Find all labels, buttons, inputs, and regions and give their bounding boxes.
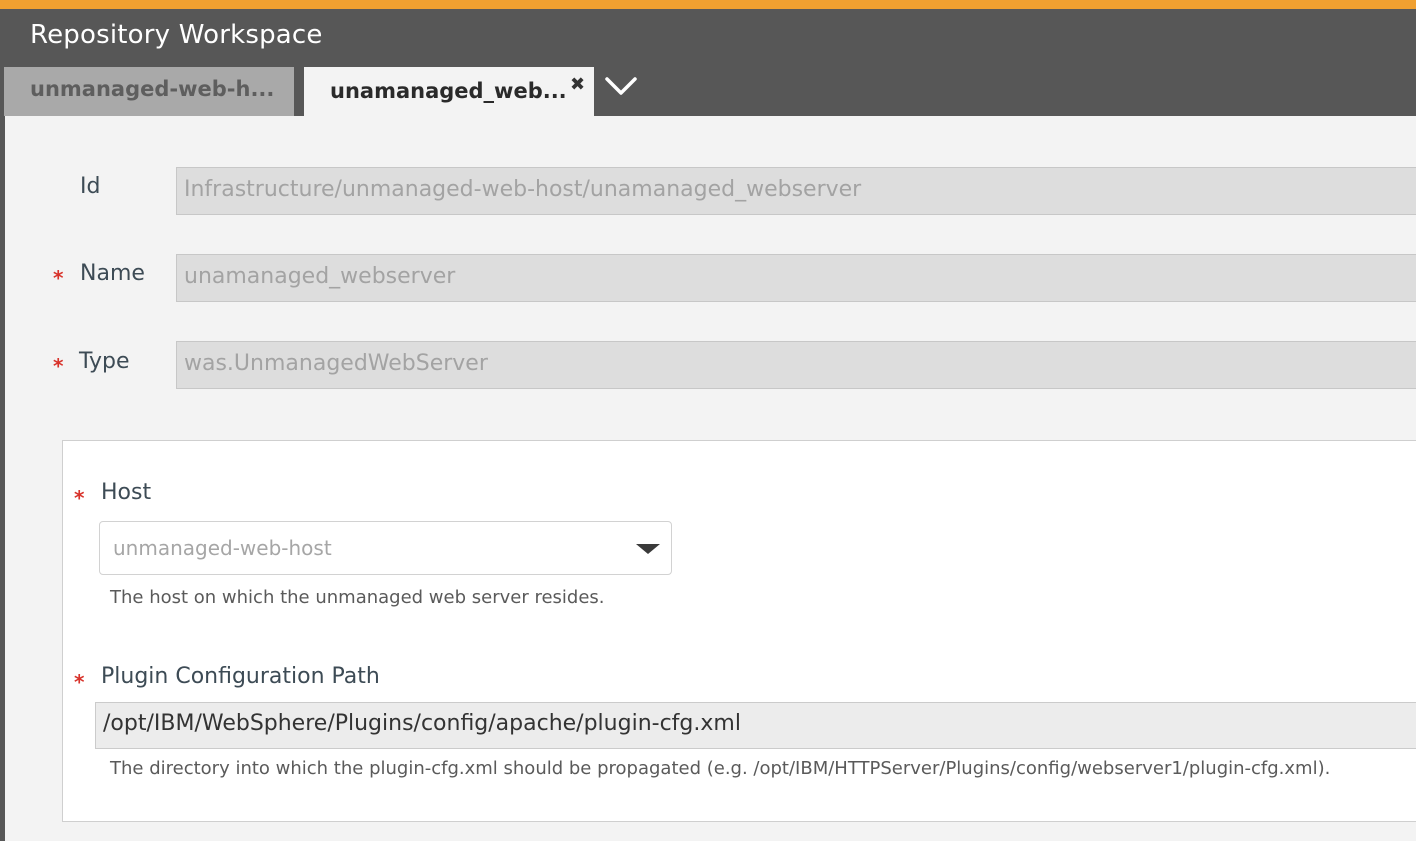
name-field: unamanaged_webserver [176,254,1416,302]
close-icon[interactable]: ✖ [570,74,585,95]
plugin-path-input[interactable]: /opt/IBM/WebSphere/Plugins/config/apache… [95,702,1416,749]
name-label: Name [80,261,145,286]
host-label: Host [101,480,152,505]
id-label: Id [80,174,101,199]
accent-bar [0,0,1416,9]
tab-unmanaged-web-host[interactable]: unmanaged-web-h... [4,67,294,116]
plugin-path-help-text: The directory into which the plugin-cfg.… [110,758,1331,779]
chevron-down-icon[interactable] [604,72,638,100]
host-select[interactable]: unmanaged-web-host [99,521,672,575]
required-marker: * [53,354,64,378]
workspace-title: Repository Workspace [30,20,323,50]
tab-unamanaged-webserver[interactable]: unamanaged_web... [304,67,594,116]
left-border [0,116,5,841]
caret-down-icon[interactable] [636,544,660,554]
required-marker: * [74,670,85,694]
required-marker: * [74,486,85,510]
plugin-path-label: Plugin Configuration Path [101,664,380,689]
type-label: Type [79,349,130,374]
required-marker: * [53,266,64,290]
id-field: Infrastructure/unmanaged-web-host/unaman… [176,167,1416,215]
host-help-text: The host on which the unmanaged web serv… [110,587,605,608]
type-field: was.UnmanagedWebServer [176,341,1416,389]
